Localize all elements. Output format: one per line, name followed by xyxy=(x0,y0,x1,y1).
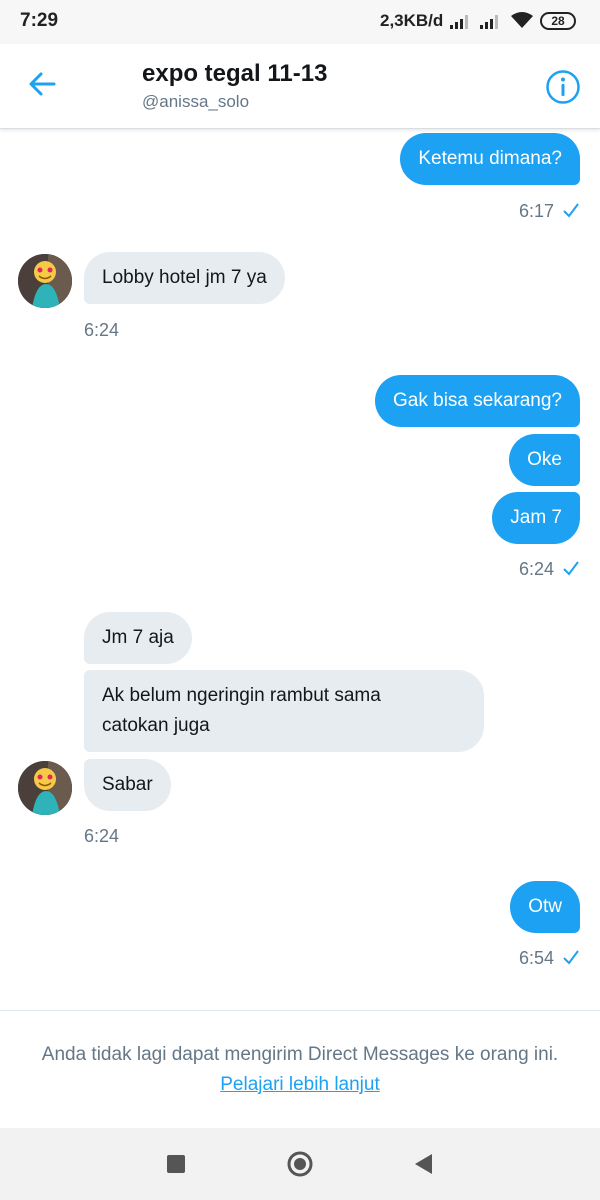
divider xyxy=(0,1010,600,1011)
message-bubble-sent[interactable]: Jam 7 xyxy=(492,492,580,544)
message-timestamp: 6:17 xyxy=(518,201,554,221)
user-handle: @anissa_solo xyxy=(142,92,250,111)
navigation-bar xyxy=(0,1128,600,1200)
checkmark-icon xyxy=(563,561,579,576)
status-bar: 7:29 2,3KB/d 28 xyxy=(0,0,600,44)
message-timestamp: 6:54 xyxy=(518,948,554,968)
signal-icon xyxy=(450,15,468,29)
checkmark-icon xyxy=(563,203,579,218)
message-line: Ak belum ngeringin rambut sama xyxy=(102,685,381,706)
back-icon[interactable] xyxy=(412,1152,434,1176)
message-bubble-received[interactable]: Lobby hotel jm 7 ya xyxy=(84,252,285,304)
message-line: catokan juga xyxy=(102,715,210,736)
message-timestamp: 6:24 xyxy=(84,826,120,846)
recent-apps-icon[interactable] xyxy=(166,1154,186,1174)
message-bubble-received[interactable]: Ak belum ngeringin rambut sama catokan j… xyxy=(84,670,484,752)
back-arrow-icon[interactable] xyxy=(28,70,56,98)
network-speed: 2,3KB/d xyxy=(380,11,444,30)
info-icon[interactable] xyxy=(545,69,581,105)
signal-icon xyxy=(480,15,498,29)
conversation-title: expo tegal 11-13 xyxy=(142,60,328,87)
message-bubble-received[interactable]: Jm 7 aja xyxy=(84,612,192,664)
message-bubble-sent[interactable]: Gak bisa sekarang? xyxy=(375,375,580,427)
wifi-icon xyxy=(511,12,533,28)
checkmark-icon xyxy=(563,950,579,965)
message-timestamp: 6:24 xyxy=(518,559,554,579)
home-icon[interactable] xyxy=(286,1150,314,1178)
dm-restriction-notice: Anda tidak lagi dapat mengirim Direct Me… xyxy=(40,1040,560,1100)
message-timestamp: 6:24 xyxy=(84,320,120,340)
learn-more-link[interactable]: Pelajari lebih lanjut xyxy=(220,1074,380,1095)
message-bubble-received[interactable]: Sabar xyxy=(84,759,171,811)
avatar[interactable] xyxy=(18,254,72,308)
battery-icon: 28 xyxy=(540,12,576,30)
message-bubble-sent[interactable]: Otw xyxy=(510,881,580,933)
status-time: 7:29 xyxy=(20,10,59,31)
notice-text: Anda tidak lagi dapat mengirim Direct Me… xyxy=(41,1044,559,1065)
avatar[interactable] xyxy=(18,761,72,815)
conversation-header: expo tegal 11-13 @anissa_solo xyxy=(0,44,600,129)
message-bubble-sent[interactable]: Oke xyxy=(509,434,580,486)
message-bubble-sent[interactable]: Ketemu dimana? xyxy=(400,133,580,185)
